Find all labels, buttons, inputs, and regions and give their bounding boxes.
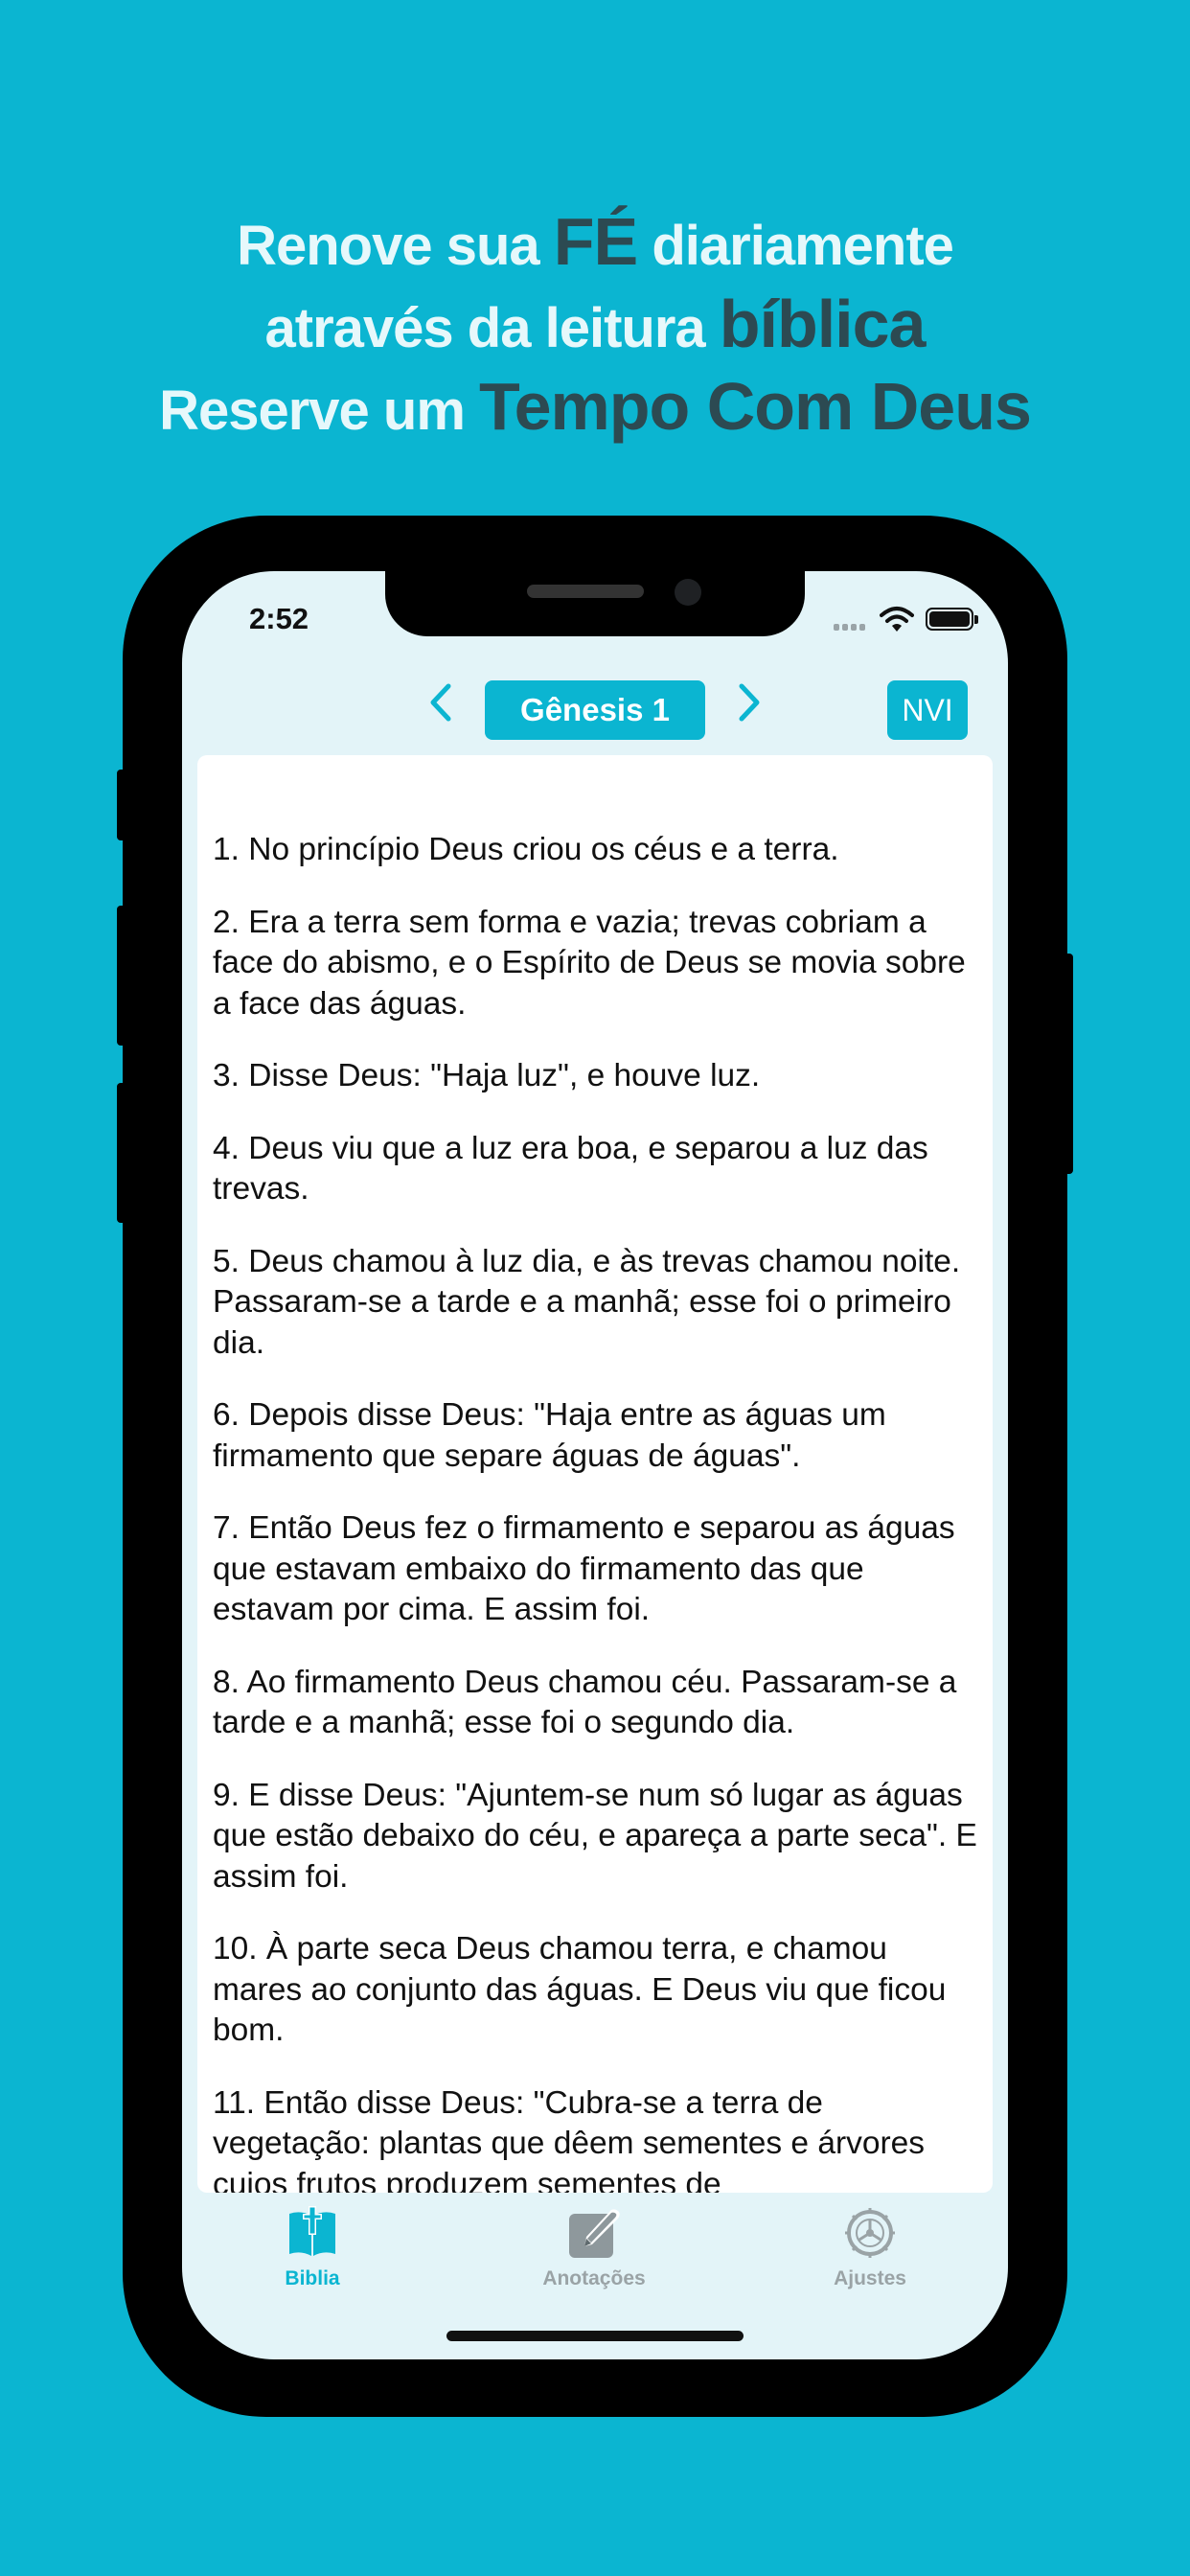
verse-item[interactable]: 6. Depois disse Deus: "Haja entre as águ… [213, 1395, 979, 1477]
headline-emphasis: Tempo Com Deus [479, 369, 1032, 444]
battery-icon [926, 608, 978, 631]
verse-item[interactable]: 8. Ao firmamento Deus chamou céu. Passar… [213, 1663, 979, 1744]
notch [385, 571, 805, 636]
headline-emphasis: FÉ [553, 204, 638, 279]
tab-label: Ajustes [834, 2267, 906, 2289]
phone-screen: 2:52 Gênesis 1 NVI 1. No princípio Deus … [182, 571, 1008, 2359]
headline-line-1: Renove sua FÉ diariamente [0, 203, 1190, 280]
headline-text: Renove sua [237, 215, 554, 277]
verse-item[interactable]: 1. No princípio Deus criou os céus e a t… [213, 830, 979, 871]
verse-item[interactable]: 4. Deus viu que a luz era boa, e separou… [213, 1129, 979, 1210]
bible-icon [289, 2206, 335, 2256]
verse-item[interactable]: 11. Então disse Deus: "Cubra-se a terra … [213, 2083, 979, 2194]
verse-list: 1. No princípio Deus criou os céus e a t… [213, 830, 979, 2193]
verse-item[interactable]: 5. Deus chamou à luz dia, e às trevas ch… [213, 1242, 979, 1365]
speaker [527, 585, 644, 598]
status-icons [834, 606, 978, 634]
bible-version-button[interactable]: NVI [887, 680, 968, 740]
chapter-selector-button[interactable]: Gênesis 1 [485, 680, 705, 740]
headline-line-2: através da leitura bíblica [0, 286, 1190, 362]
status-time: 2:52 [249, 602, 309, 635]
wifi-icon [880, 607, 914, 632]
headline-text: Reserve um [159, 380, 480, 442]
gear-icon [845, 2208, 895, 2258]
headline-emphasis: bíblica [719, 287, 927, 361]
verse-item[interactable]: 10. À parte seca Deus chamou terra, e ch… [213, 1929, 979, 2052]
headline-text: através da leitura [264, 297, 720, 359]
front-camera [675, 579, 701, 606]
headline-text: diariamente [637, 215, 954, 277]
next-chapter-button[interactable] [726, 680, 770, 724]
verse-item[interactable]: 3. Disse Deus: "Haja luz", e houve luz. [213, 1056, 979, 1097]
verse-item[interactable]: 7. Então Deus fez o firmamento e separou… [213, 1508, 979, 1631]
previous-chapter-button[interactable] [420, 680, 464, 724]
tab-bar: Biblia Anotações Ajustes [182, 2200, 1008, 2306]
tab-label: Biblia [285, 2267, 340, 2289]
notes-edit-icon [569, 2209, 620, 2258]
home-indicator[interactable] [446, 2331, 744, 2341]
chapter-content[interactable]: 1. No princípio Deus criou os céus e a t… [197, 755, 993, 2193]
tab-ajustes[interactable]: Ajustes [774, 2204, 966, 2290]
tab-anotacoes[interactable]: Anotações [498, 2204, 690, 2290]
headline-line-3: Reserve um Tempo Com Deus [0, 368, 1190, 445]
tab-label: Anotações [542, 2267, 646, 2289]
tab-biblia[interactable]: Biblia [217, 2204, 408, 2290]
verse-item[interactable]: 9. E disse Deus: "Ajuntem-se num só luga… [213, 1776, 979, 1898]
verse-item[interactable]: 2. Era a terra sem forma e vazia; trevas… [213, 903, 979, 1025]
signal-icon [834, 606, 872, 634]
